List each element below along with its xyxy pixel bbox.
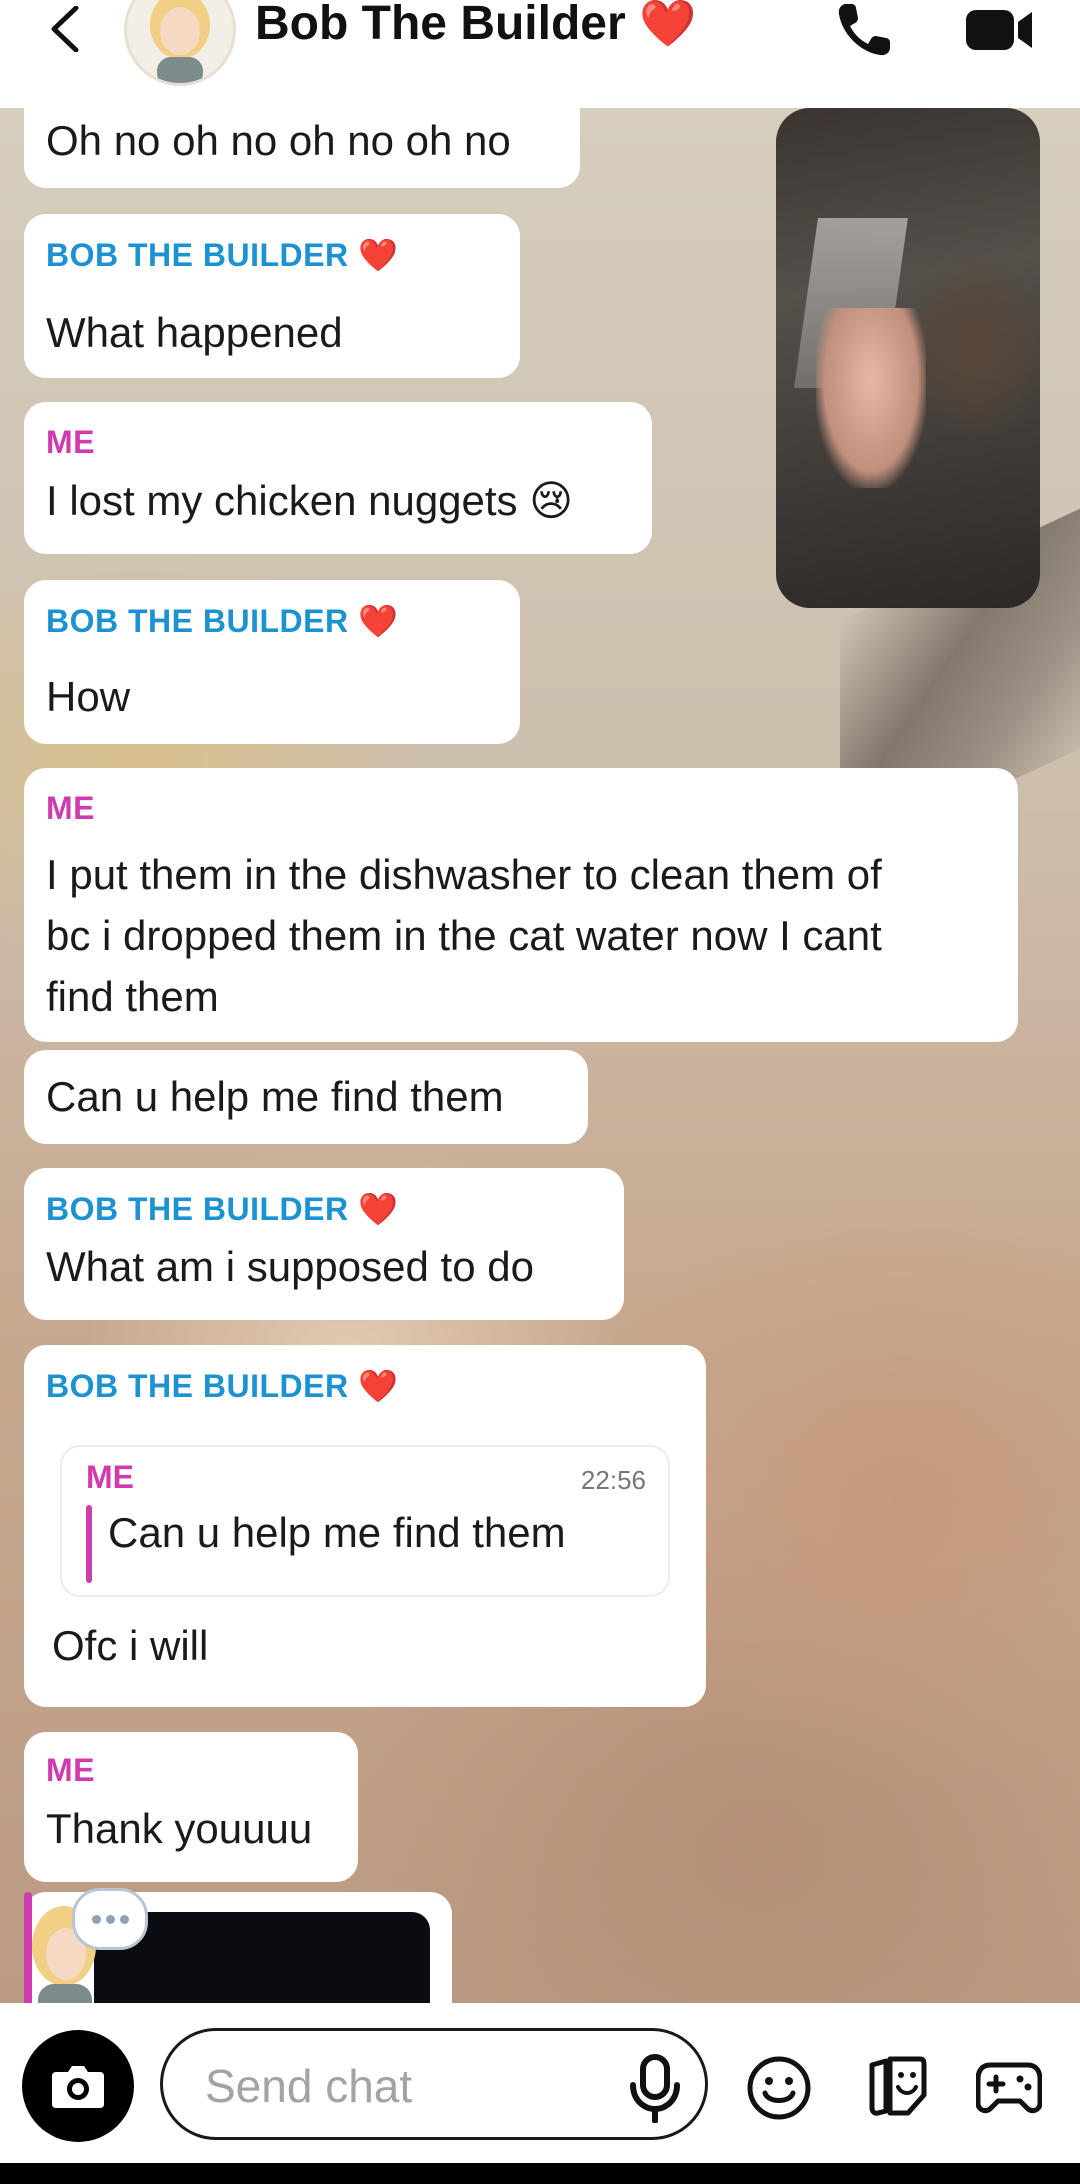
sender-name: BOB THE BUILDER [46,603,349,639]
message-text: Ofc i will [52,1622,209,1669]
contact-avatar[interactable] [124,0,236,86]
message-bubble[interactable]: BOB THE BUILDER ❤️ What happened [24,214,520,378]
message-text-line: I put them in the dishwasher to clean th… [46,851,882,898]
video-camera-icon[interactable] [966,4,1034,56]
contact-name[interactable]: Bob The Builder ❤️ [255,0,696,51]
typing-dot [119,1914,129,1924]
message-bubble[interactable]: BOB THE BUILDER ❤️ What am i supposed to… [24,1168,624,1320]
heart-icon: ❤️ [358,603,399,639]
sender-label: BOB THE BUILDER ❤️ [46,236,398,274]
composer-bar [0,2003,1080,2163]
sender-label: ME [46,790,95,826]
message-text: How [46,673,131,720]
message-bubble[interactable]: BOB THE BUILDER ❤️ ME 22:56 Can u help m… [24,1345,706,1707]
heart-icon: ❤️ [358,1191,399,1227]
heart-icon: ❤️ [358,1368,399,1404]
bitmoji-avatar-icon [150,0,210,83]
system-navigation-bar [0,2163,1080,2184]
quoted-sender: ME [86,1459,134,1495]
sender-name: BOB THE BUILDER [46,1191,349,1227]
chat-input[interactable] [203,2055,587,2117]
quoted-message[interactable]: ME 22:56 Can u help me find them [60,1445,670,1597]
heart-icon: ❤️ [639,0,697,49]
message-bubble[interactable]: ME Thank youuuu [24,1732,358,1882]
sender-name: BOB THE BUILDER [46,1368,349,1404]
message-text: I lost my chicken nuggets 😢 [46,477,574,524]
back-icon[interactable] [44,6,90,52]
sender-label: ME [46,424,95,460]
message-bubble[interactable]: ME I put them in the dishwasher to clean… [24,768,1018,1042]
message-text-line: bc i dropped them in the cat water now I… [46,912,882,959]
quoted-text: Can u help me find them [108,1509,566,1556]
message-bubble[interactable]: ME I lost my chicken nuggets 😢 [24,402,652,554]
typing-dot [91,1914,101,1924]
chat-header: Bob The Builder ❤️ [0,0,1080,108]
message-bubble[interactable]: Oh no oh no oh no oh no [24,108,580,188]
sender-label: ME [46,1752,95,1788]
sender-name: BOB THE BUILDER [46,237,349,273]
message-text: Can u help me find them [46,1073,504,1120]
camera-icon [52,2066,104,2108]
phone-icon[interactable] [834,0,894,60]
message-text-line: find them [46,973,219,1020]
sender-label: BOB THE BUILDER ❤️ [46,602,398,640]
message-bubble[interactable]: BOB THE BUILDER ❤️ How [24,580,520,744]
sender-label: BOB THE BUILDER ❤️ [46,1367,398,1405]
quoted-timestamp: 22:56 [580,1465,646,1495]
message-text: Thank youuuu [46,1805,313,1852]
contact-name-text: Bob The Builder [255,0,626,50]
typing-bubble-icon [72,1888,148,1950]
video-preview-thumbnail[interactable] [776,108,1040,608]
quote-bar [86,1505,92,1583]
sender-label: BOB THE BUILDER ❤️ [46,1190,398,1228]
chat-input-container[interactable] [160,2028,708,2140]
game-controller-icon[interactable] [976,2055,1042,2117]
message-text: What am i supposed to do [46,1243,534,1290]
sticker-icon[interactable] [864,2053,930,2119]
message-text: Oh no oh no oh no oh no [46,117,511,164]
message-bubble[interactable]: Can u help me find them [24,1050,588,1144]
heart-icon: ❤️ [358,237,399,273]
thumbnail-hand [816,308,926,488]
microphone-icon[interactable] [623,2053,687,2123]
emoji-icon[interactable] [746,2055,812,2121]
typing-dot [105,1914,115,1924]
camera-button[interactable] [22,2030,134,2142]
message-text: What happened [46,309,343,356]
